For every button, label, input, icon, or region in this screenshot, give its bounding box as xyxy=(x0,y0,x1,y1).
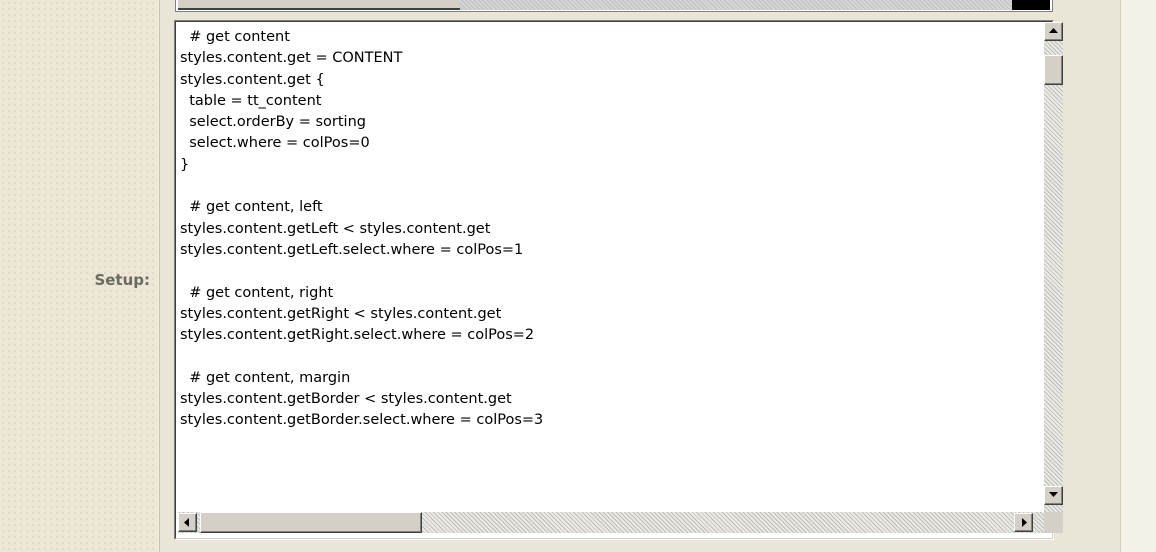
arrow-left-icon xyxy=(184,518,189,527)
vertical-scroll-track[interactable] xyxy=(1044,22,1063,519)
scroll-right-button[interactable] xyxy=(1014,513,1033,532)
arrow-right-icon xyxy=(1022,518,1027,527)
previous-field-scroll-thumb[interactable] xyxy=(178,0,460,10)
scroll-left-button[interactable] xyxy=(178,513,197,532)
setup-code[interactable]: # get content styles.content.get = CONTE… xyxy=(180,27,1040,487)
arrow-down-icon xyxy=(1049,492,1058,497)
scroll-up-button[interactable] xyxy=(1044,22,1063,41)
arrow-up-icon xyxy=(1049,28,1058,33)
scroll-down-button[interactable] xyxy=(1044,486,1063,505)
scrollbar-corner xyxy=(1044,512,1063,533)
right-edge xyxy=(1120,0,1156,552)
horizontal-scroll-thumb[interactable] xyxy=(200,512,422,533)
setup-label: Setup: xyxy=(94,271,150,289)
vertical-scroll-thumb[interactable] xyxy=(1044,55,1063,85)
previous-field-scroll-corner xyxy=(1012,0,1050,10)
